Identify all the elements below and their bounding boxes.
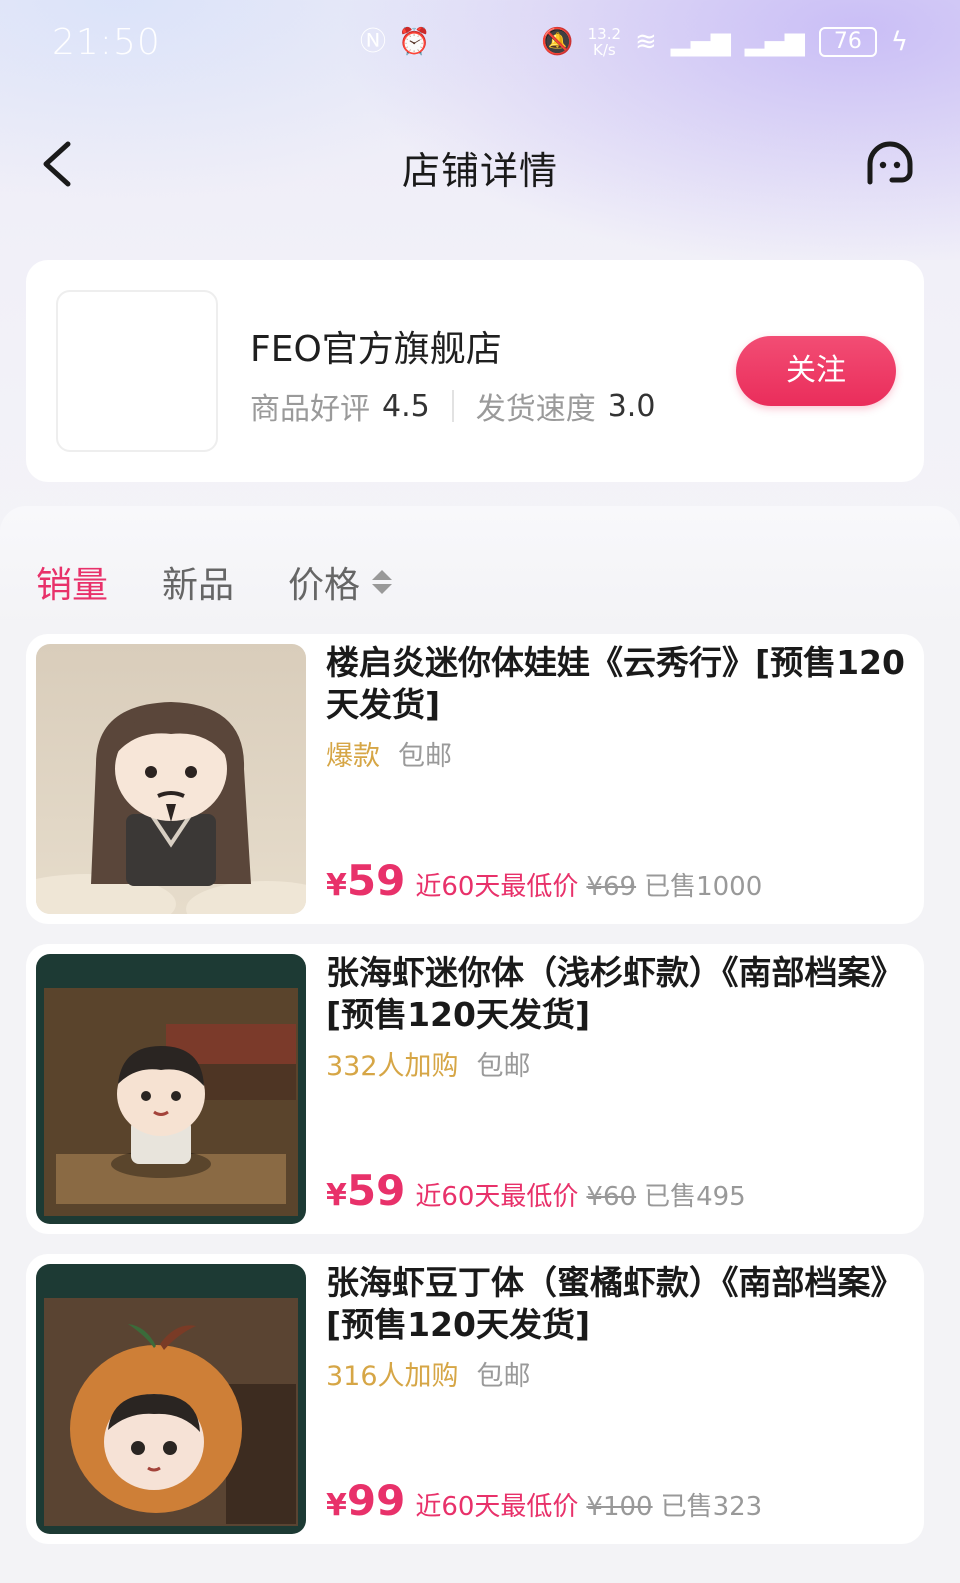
currency-symbol: ¥ [326, 868, 347, 903]
sort-tab-label: 价格 [288, 565, 361, 606]
stat-divider [451, 390, 454, 422]
current-price: ¥59 [326, 1166, 405, 1215]
sort-tab-label: 新品 [162, 565, 235, 606]
shipping-speed-value: 3.0 [607, 388, 656, 424]
customer-service-icon [867, 141, 913, 185]
page-title: 店铺详情 [401, 149, 558, 193]
product-image[interactable] [36, 1264, 306, 1534]
cart-count-tag: 316人加购 [326, 1361, 459, 1392]
charging-icon: ϟ [890, 27, 908, 57]
lowest-price-label: 近60天最低价 [415, 872, 579, 902]
rating-label: 商品好评 [250, 392, 370, 427]
product-image[interactable] [36, 644, 306, 914]
signal-icon: ▂▄▆ [670, 27, 731, 57]
price-row: ¥59 近60天最低价 ¥69 已售1000 [326, 856, 762, 905]
sold-count: 已售1000 [644, 872, 763, 902]
product-tags: 316人加购 包邮 [326, 1354, 531, 1393]
status-time: 21:50 [52, 22, 161, 63]
product-card[interactable]: 张海虾迷你体（浅杉虾款）《南部档案》[预售120天发货] 332人加购 包邮 ¥… [26, 944, 924, 1234]
product-tags: 爆款 包邮 [326, 734, 452, 773]
price-value: 59 [346, 1166, 406, 1215]
product-card[interactable]: 张海虾豆丁体（蜜橘虾款）《南部档案》[预售120天发货] 316人加购 包邮 ¥… [26, 1254, 924, 1544]
net-speed-value: 13.2 [587, 25, 622, 43]
status-bar: 21:50 Ⓝ ⏰ 🔕 13.2 K/s ≋ ▂▄▆ ▂▄▆ 76 ϟ [0, 0, 960, 90]
signal-2-icon: ▂▄▆ [744, 27, 805, 57]
sort-tab-label: 销量 [36, 565, 109, 606]
currency-symbol: ¥ [326, 1488, 347, 1523]
original-price: ¥60 [586, 1182, 637, 1212]
sold-count: 已售323 [660, 1492, 763, 1522]
follow-button[interactable]: 关注 [736, 336, 896, 406]
nav-header: 店铺详情 [0, 128, 960, 208]
shop-stats: 商品好评 4.5 发货速度 3.0 [250, 384, 655, 428]
product-card[interactable]: 楼启炎迷你体娃娃《云秀行》[预售120天发货] 爆款 包邮 ¥59 近60天最低… [26, 634, 924, 924]
sort-tab-price[interactable]: 价格 [288, 556, 393, 608]
sort-bar: 销量 新品 价格 [36, 552, 446, 612]
product-hot-tag: 爆款 [326, 741, 380, 772]
wifi-icon: ≋ [635, 27, 657, 57]
sold-count: 已售495 [644, 1182, 746, 1212]
currency-symbol: ¥ [326, 1178, 347, 1213]
product-tags: 332人加购 包邮 [326, 1044, 531, 1083]
lowest-price-label: 近60天最低价 [415, 1182, 579, 1212]
shop-name: FEO官方旗舰店 [250, 329, 502, 370]
rating-value: 4.5 [382, 388, 430, 424]
original-price: ¥69 [586, 872, 637, 902]
nfc-icon: Ⓝ [360, 27, 387, 57]
free-shipping-tag: 包邮 [476, 1361, 531, 1392]
free-shipping-tag: 包邮 [476, 1051, 531, 1082]
price-value: 59 [346, 856, 406, 905]
net-speed: 13.2 K/s [588, 26, 621, 58]
sort-tab-sales[interactable]: 销量 [36, 556, 108, 608]
product-image[interactable] [36, 954, 306, 1224]
battery-indicator: 76 [818, 27, 877, 57]
lowest-price-label: 近60天最低价 [415, 1492, 579, 1522]
product-title: 张海虾迷你体（浅杉虾款）《南部档案》[预售120天发货] [326, 953, 904, 1034]
current-price: ¥99 [326, 1476, 405, 1525]
original-price: ¥100 [586, 1492, 653, 1522]
net-speed-unit: K/s [592, 41, 616, 59]
price-value: 99 [346, 1476, 406, 1525]
sort-tab-new[interactable]: 新品 [162, 556, 234, 608]
current-price: ¥59 [326, 856, 405, 905]
free-shipping-tag: 包邮 [398, 741, 452, 772]
product-title: 张海虾豆丁体（蜜橘虾款）《南部档案》[预售120天发货] [326, 1263, 904, 1344]
mute-icon: 🔕 [541, 27, 574, 57]
alarm-icon: ⏰ [398, 27, 431, 57]
shop-logo[interactable] [56, 290, 218, 452]
price-row: ¥59 近60天最低价 ¥60 已售495 [326, 1166, 746, 1215]
product-title: 楼启炎迷你体娃娃《云秀行》[预售120天发货] [326, 643, 905, 724]
shipping-speed-label: 发货速度 [475, 392, 596, 427]
shop-info-card: FEO官方旗舰店 商品好评 4.5 发货速度 3.0 关注 [26, 260, 924, 482]
status-left-icons: Ⓝ ⏰ [360, 24, 430, 60]
price-row: ¥99 近60天最低价 ¥100 已售323 [326, 1476, 762, 1525]
sort-updown-icon [372, 570, 393, 594]
cart-count-tag: 332人加购 [326, 1051, 459, 1082]
customer-service-button[interactable] [862, 138, 918, 194]
status-right-icons: 🔕 13.2 K/s ≋ ▂▄▆ ▂▄▆ 76 ϟ [541, 24, 908, 60]
